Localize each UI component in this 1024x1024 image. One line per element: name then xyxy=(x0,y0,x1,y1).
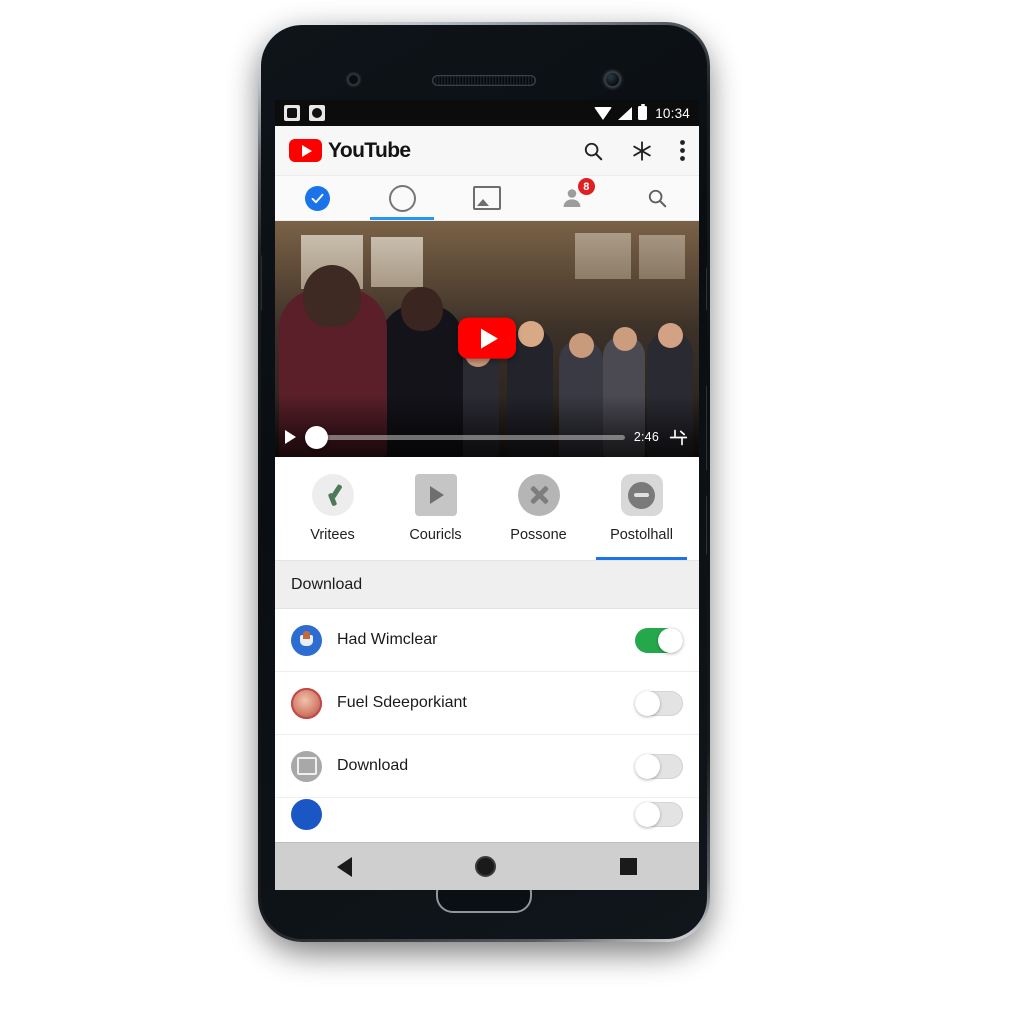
person-avatar-icon xyxy=(291,687,322,719)
proximity-sensor-icon xyxy=(347,73,360,86)
list-item[interactable]: Fuel Sdeeporkiant xyxy=(275,672,699,735)
quick-tab-postolhall[interactable]: Postolhall xyxy=(590,457,693,560)
overflow-menu-icon[interactable] xyxy=(680,140,685,161)
close-x-icon xyxy=(517,474,560,516)
volume-button[interactable] xyxy=(261,255,262,311)
list-item-label: Had Wimclear xyxy=(337,631,438,648)
app-bar-actions xyxy=(582,140,685,162)
toggle-switch[interactable] xyxy=(635,627,683,653)
youtube-play-logo-icon xyxy=(289,139,322,162)
front-camera-icon xyxy=(604,71,621,88)
list-item-label: Fuel Sdeeporkiant xyxy=(337,694,467,711)
tab-subscriptions[interactable] xyxy=(445,176,530,220)
cast-icon[interactable] xyxy=(631,140,653,162)
youtube-tab-strip: 8 xyxy=(275,176,699,221)
circle-outline-icon xyxy=(388,184,416,212)
list-item[interactable]: Had Wimclear xyxy=(275,609,699,672)
seek-handle[interactable] xyxy=(305,425,328,449)
notification-icon-1 xyxy=(284,105,300,121)
quick-tab-possone[interactable]: Possone xyxy=(487,457,590,560)
subscriptions-card-icon xyxy=(472,186,501,210)
list-item-label: Download xyxy=(337,757,409,774)
youtube-app-bar: YouTube xyxy=(275,126,699,176)
screenshot-root: 10:34 YouTube 8 2:46 Vritees Couricls Po… xyxy=(0,0,1024,1024)
play-overlay-button[interactable] xyxy=(458,317,516,359)
play-square-icon xyxy=(414,474,457,516)
power-button[interactable] xyxy=(706,267,707,311)
phone-device: 10:34 YouTube 8 2:46 Vritees Couricls Po… xyxy=(258,22,710,942)
android-nav-bar xyxy=(275,842,699,890)
wifi-icon xyxy=(594,106,613,120)
quick-tab-label: Postolhall xyxy=(610,527,673,543)
quick-tab-vritees[interactable]: Vritees xyxy=(281,457,384,560)
player-time: 2:46 xyxy=(633,430,659,444)
tab-home[interactable] xyxy=(275,176,360,220)
toggle-switch[interactable] xyxy=(635,690,683,716)
quick-action-tabs: Vritees Couricls Possone Postolhall xyxy=(275,457,699,561)
status-bar: 10:34 xyxy=(275,100,699,126)
phone-screen: 10:34 YouTube 8 2:46 Vritees Couricls Po… xyxy=(275,100,699,890)
tab-trending[interactable] xyxy=(360,176,445,220)
phone-bezel: 10:34 YouTube 8 2:46 Vritees Couricls Po… xyxy=(261,25,707,939)
signal-icon xyxy=(618,106,633,120)
status-bar-indicators: 10:34 xyxy=(594,103,690,121)
tab-notifications[interactable]: 8 xyxy=(529,176,614,220)
video-player[interactable]: 2:46 xyxy=(275,221,699,457)
youtube-wordmark: YouTube xyxy=(328,138,411,162)
status-bar-time: 10:34 xyxy=(655,105,690,121)
blue-avatar-icon xyxy=(291,798,322,830)
settings-list: Had Wimclear Fuel Sdeeporkiant Download xyxy=(275,609,699,830)
toggle-switch[interactable] xyxy=(635,801,683,827)
battery-icon xyxy=(638,103,648,120)
toggle-switch[interactable] xyxy=(635,753,683,779)
verified-check-icon xyxy=(304,185,330,211)
play-icon[interactable] xyxy=(285,430,296,444)
youtube-logo[interactable]: YouTube xyxy=(289,139,411,163)
search-icon[interactable] xyxy=(582,140,604,162)
player-controls: 2:46 xyxy=(275,417,699,457)
status-bar-notifications xyxy=(284,105,325,121)
seek-bar[interactable] xyxy=(305,425,625,449)
list-item[interactable]: Download xyxy=(275,735,699,798)
quick-tab-label: Possone xyxy=(510,527,567,543)
volume-down-button[interactable] xyxy=(706,495,707,555)
search-icon xyxy=(648,189,666,208)
download-avatar-icon xyxy=(291,750,322,782)
check-mark-icon xyxy=(311,474,354,516)
list-item[interactable] xyxy=(275,798,699,830)
volume-up-button[interactable] xyxy=(706,385,707,471)
notification-icon-2 xyxy=(309,105,325,121)
earpiece-speaker-icon xyxy=(432,75,536,86)
notification-badge: 8 xyxy=(577,178,595,195)
tab-search[interactable] xyxy=(614,176,699,220)
quick-tab-label: Vritees xyxy=(310,527,355,543)
section-header-download: Download xyxy=(275,561,699,609)
cup-avatar-icon xyxy=(291,624,322,656)
minus-circle-icon xyxy=(620,474,663,516)
quick-tab-couricls[interactable]: Couricls xyxy=(384,457,487,560)
recents-square-icon[interactable] xyxy=(620,858,638,875)
settings-icon[interactable] xyxy=(668,427,689,448)
quick-tab-label: Couricls xyxy=(409,527,462,543)
back-triangle-icon[interactable] xyxy=(336,856,352,877)
home-circle-icon[interactable] xyxy=(475,856,497,877)
